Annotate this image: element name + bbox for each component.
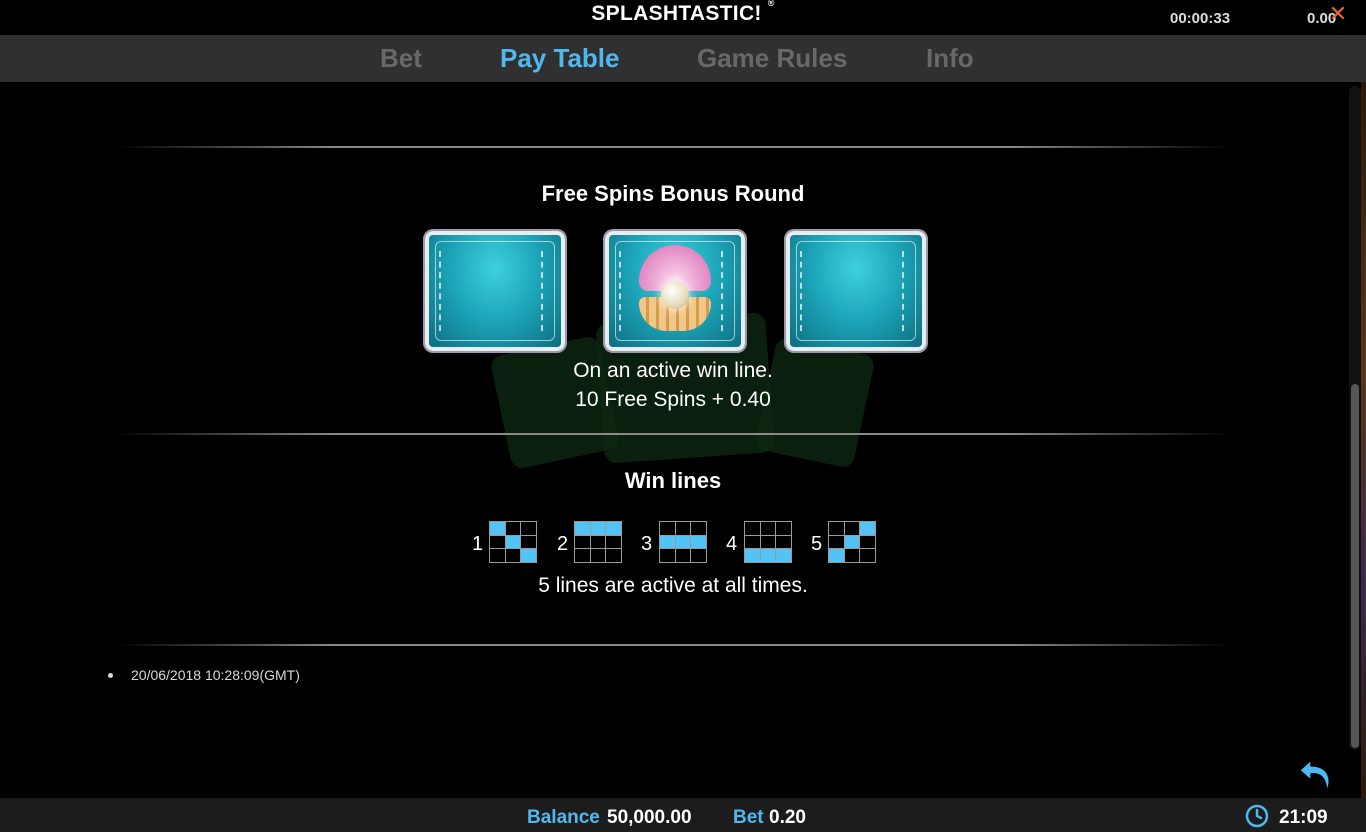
clock-time: 21:09 <box>1279 807 1328 828</box>
win-line-cell <box>490 535 505 549</box>
win-line-2-grid <box>574 521 622 563</box>
win-line-cell-active <box>745 549 760 562</box>
win-line-number: 3 <box>641 533 653 555</box>
win-line-cell <box>675 549 691 562</box>
win-line-cell <box>860 535 875 549</box>
win-line-cell <box>844 549 860 562</box>
free-spins-condition: On an active win line. <box>573 359 773 382</box>
tab-bar: Bet Pay Table Game Rules Info <box>0 35 1366 82</box>
win-line-cell <box>521 522 536 535</box>
free-spins-award: 10 Free Spins + 0.40 <box>575 388 771 411</box>
win-line-cell <box>660 522 675 535</box>
pearl-shell-symbol <box>605 231 745 351</box>
section-divider <box>115 433 1230 435</box>
win-line-number: 4 <box>726 533 738 555</box>
win-line-cell-active <box>505 535 521 549</box>
win-line-cell <box>691 549 706 562</box>
registered-mark: ® <box>767 0 775 8</box>
back-arrow-icon[interactable] <box>1297 756 1335 794</box>
win-line-cell <box>590 535 606 549</box>
win-line-cell <box>745 522 760 535</box>
app-title: SPLASHTASTIC! ® <box>591 0 775 25</box>
win-line-cell <box>760 535 776 549</box>
scrollbar-thumb[interactable] <box>1351 384 1359 748</box>
win-line-cell <box>660 549 675 562</box>
timestamp: 20/06/2018 10:28:09(GMT) <box>131 667 300 683</box>
win-line-cell-active <box>490 522 505 535</box>
close-icon[interactable]: ✕ <box>1327 3 1349 25</box>
win-line-cell-active <box>760 549 776 562</box>
win-line-cell-active <box>829 549 844 562</box>
win-line-cell <box>575 549 590 562</box>
free-spins-heading: Free Spins Bonus Round <box>541 181 805 206</box>
win-line-5-grid <box>828 521 876 563</box>
bet-label: Bet <box>733 807 764 828</box>
tab-pay-table[interactable]: Pay Table <box>500 43 619 74</box>
win-line-cell <box>829 535 844 549</box>
win-line-cell <box>776 522 791 535</box>
win-line-cell-active <box>776 549 791 562</box>
win-line-cell-active <box>521 549 536 562</box>
background-edge <box>1361 82 1366 798</box>
win-line-1-grid <box>489 521 537 563</box>
win-line-cell <box>829 522 844 535</box>
win-line-number: 1 <box>472 533 484 555</box>
win-line-number: 5 <box>811 533 823 555</box>
win-line-cell-active <box>675 535 691 549</box>
win-line-cell <box>521 535 536 549</box>
section-divider <box>115 146 1230 148</box>
win-line-cell <box>490 549 505 562</box>
win-line-cell <box>590 549 606 562</box>
tab-game-rules[interactable]: Game Rules <box>697 43 847 74</box>
win-line-cell <box>606 535 621 549</box>
win-line-cell-active <box>860 522 875 535</box>
session-timer: 00:00:33 <box>1170 10 1231 27</box>
win-line-cell <box>675 522 691 535</box>
win-line-cell <box>745 535 760 549</box>
win-line-cell-active <box>691 535 706 549</box>
win-line-cell <box>505 522 521 535</box>
win-line-cell <box>760 522 776 535</box>
win-line-cell <box>606 549 621 562</box>
section-divider <box>115 644 1230 646</box>
tab-bet[interactable]: Bet <box>380 43 422 74</box>
win-line-cell <box>575 535 590 549</box>
win-line-cell-active <box>844 535 860 549</box>
balance-label: Balance <box>527 807 600 828</box>
win-line-cell <box>776 535 791 549</box>
win-line-4-grid <box>744 521 792 563</box>
list-bullet <box>108 673 113 678</box>
win-line-cell <box>844 522 860 535</box>
tab-info[interactable]: Info <box>926 43 974 74</box>
win-line-cell-active <box>590 522 606 535</box>
win-line-cell-active <box>606 522 621 535</box>
balance-value: 50,000.00 <box>607 807 692 828</box>
win-line-3-grid <box>659 521 707 563</box>
win-lines-note: 5 lines are active at all times. <box>538 574 808 597</box>
win-line-cell-active <box>660 535 675 549</box>
clock-icon <box>1245 804 1269 828</box>
win-line-cell-active <box>575 522 590 535</box>
win-line-cell <box>691 522 706 535</box>
win-line-cell <box>860 549 875 562</box>
water-symbol-right <box>786 231 926 351</box>
win-line-number: 2 <box>557 533 569 555</box>
bet-value: 0.20 <box>769 807 806 828</box>
water-symbol-left <box>425 231 565 351</box>
win-line-cell <box>505 549 521 562</box>
win-lines-heading: Win lines <box>624 468 722 493</box>
